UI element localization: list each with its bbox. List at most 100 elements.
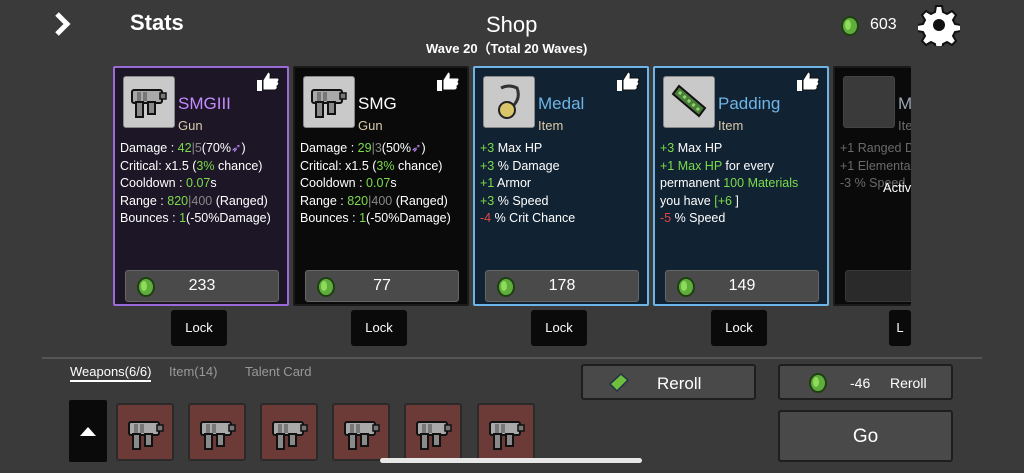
shop-card[interactable]: SMG Gun Damage : 29|3(50%➶) Critical: x1.… [293,66,469,306]
reroll-cost: -46 [850,375,871,391]
thumbs-up-icon[interactable] [615,70,641,97]
stat-line: +1 Max HP for every [660,158,798,176]
stat-line: -4 % Crit Chance [480,210,575,228]
stat-text: ➶ [410,141,422,155]
card-name-partial: M [898,94,911,113]
stat-text: +1 [480,176,495,190]
scroll-up-button[interactable] [69,400,107,462]
smg-gun-icon [303,76,355,128]
stat-text: Damage : [300,141,358,155]
stat-text: 0.07 [186,176,211,190]
reroll-ticket-icon [607,372,631,399]
smg-gun-icon [123,76,175,128]
stat-text: 1 [179,211,187,225]
reroll-paid-button[interactable]: -46 Reroll [778,364,953,400]
weapon-slot[interactable] [188,403,246,461]
price-button[interactable]: 178 [485,270,639,302]
stats-button[interactable]: Stats [130,10,184,36]
card-type: Item [538,118,564,133]
stat-text: Damage : [120,141,178,155]
price-value: 77 [373,277,391,294]
stat-text: Cooldown : [120,176,187,190]
stat-text: Range : [300,193,348,208]
price-value: 178 [548,277,576,294]
lock-button[interactable]: Lock [171,310,227,346]
stat-line: +3 % Speed [480,193,575,211]
stat-line: Cooldown : 0.07s [120,175,271,193]
stat-text: Bounces : [300,211,360,225]
stat-text: (Ranged) [212,193,268,208]
price-button[interactable]: 149 [665,270,819,302]
price-value: 233 [188,277,216,294]
stat-text: chance) [214,158,263,173]
stat-text: -5 [660,211,672,225]
card-type: Gun [358,118,383,133]
stat-text: Critical: x1.5 ( [300,158,377,173]
stat-line: Range : 820|400 (Ranged) [300,193,451,211]
stat-text: (Ranged) [392,193,448,208]
price-button[interactable]: 233 [125,270,279,302]
price-button[interactable]: 77 [305,270,459,302]
material-coin-icon [840,16,860,41]
reroll-cost-label: Reroll [890,375,927,391]
weapon-slot[interactable] [332,403,390,461]
thumbs-up-icon[interactable] [435,70,461,97]
shop-card[interactable]: Medal Item +3 Max HP +3 % Damage +1 Armor +… [473,66,649,306]
padding-icon [663,76,715,128]
stat-text: Bounces : [120,211,180,225]
stat-text: +3 [480,158,495,173]
stat-text: 42 [177,141,192,155]
stat-text: -4 [480,211,492,225]
stat-line: Bounces : 1(-50%Damage) [120,210,271,228]
thumbs-up-icon[interactable] [795,70,821,97]
reroll-label: Reroll [657,374,702,393]
stat-line: Bounces : 1(-50%Damage) [300,210,451,228]
stat-text: ] [731,193,739,208]
stat-text: 100 Materials [723,176,799,190]
stat-text: 820 [347,193,369,208]
tab-items[interactable]: Item(14) [169,364,217,379]
lock-button-partial[interactable]: L [889,310,911,346]
stat-text: [+6 [714,193,732,208]
stat-line: +3 Max HP [480,140,575,158]
stat-text: chance) [394,158,443,173]
stat-line: Range : 820|400 (Ranged) [120,193,271,211]
tab-talent-card[interactable]: Talent Card [245,364,311,379]
lock-button[interactable]: Lock [531,310,587,346]
active-label: Activ [883,180,911,195]
card-name: SMG [358,94,397,113]
weapon-slot[interactable] [477,403,535,461]
stat-text: 820 [167,193,189,208]
stat-text: % Crit Chance [491,211,576,225]
shop-title: Shop [486,12,538,37]
stat-line: -5 % Speed [660,210,798,228]
go-button[interactable]: Go [778,410,953,462]
thumbs-up-icon[interactable] [255,70,281,97]
stat-line: Damage : 42|5(70%➶) [120,140,271,158]
shop-card[interactable]: SMGIII Gun Damage : 42|5(70%➶) Critical: … [113,66,289,306]
reroll-button[interactable]: Reroll [581,364,756,400]
card-type-partial: Ite [898,118,911,133]
weapon-slot[interactable] [116,403,174,461]
weapon-slot[interactable] [404,403,462,461]
stat-text: 3% [376,158,395,173]
tab-weapons[interactable]: Weapons(6/6) [70,364,152,382]
stat-text: 400 [191,193,213,208]
shop-card-partial[interactable]: M Ite +1 Ranged D +1 Elementa -3 % Speed… [833,66,911,306]
stat-text: (-50%Damage) [186,211,271,225]
stat-text: Critical: x1.5 ( [120,158,197,173]
stat-text: 0.07 [366,176,391,190]
stat-line: +3 % Damage [480,158,575,176]
back-chevron-icon[interactable] [50,10,78,38]
weapon-slot[interactable] [260,403,318,461]
lock-button[interactable]: Lock [711,310,767,346]
price-box[interactable] [845,270,911,302]
home-indicator [380,458,642,463]
lock-button[interactable]: Lock [351,310,407,346]
divider [42,357,982,359]
stat-text: (50% [381,141,411,155]
stat-text: Max HP [494,141,543,155]
settings-gear-icon[interactable] [916,4,962,51]
stat-line: +1 Elementa [840,158,911,173]
shop-card[interactable]: Padding Item +3 Max HP +1 Max HP for ever… [653,66,829,306]
